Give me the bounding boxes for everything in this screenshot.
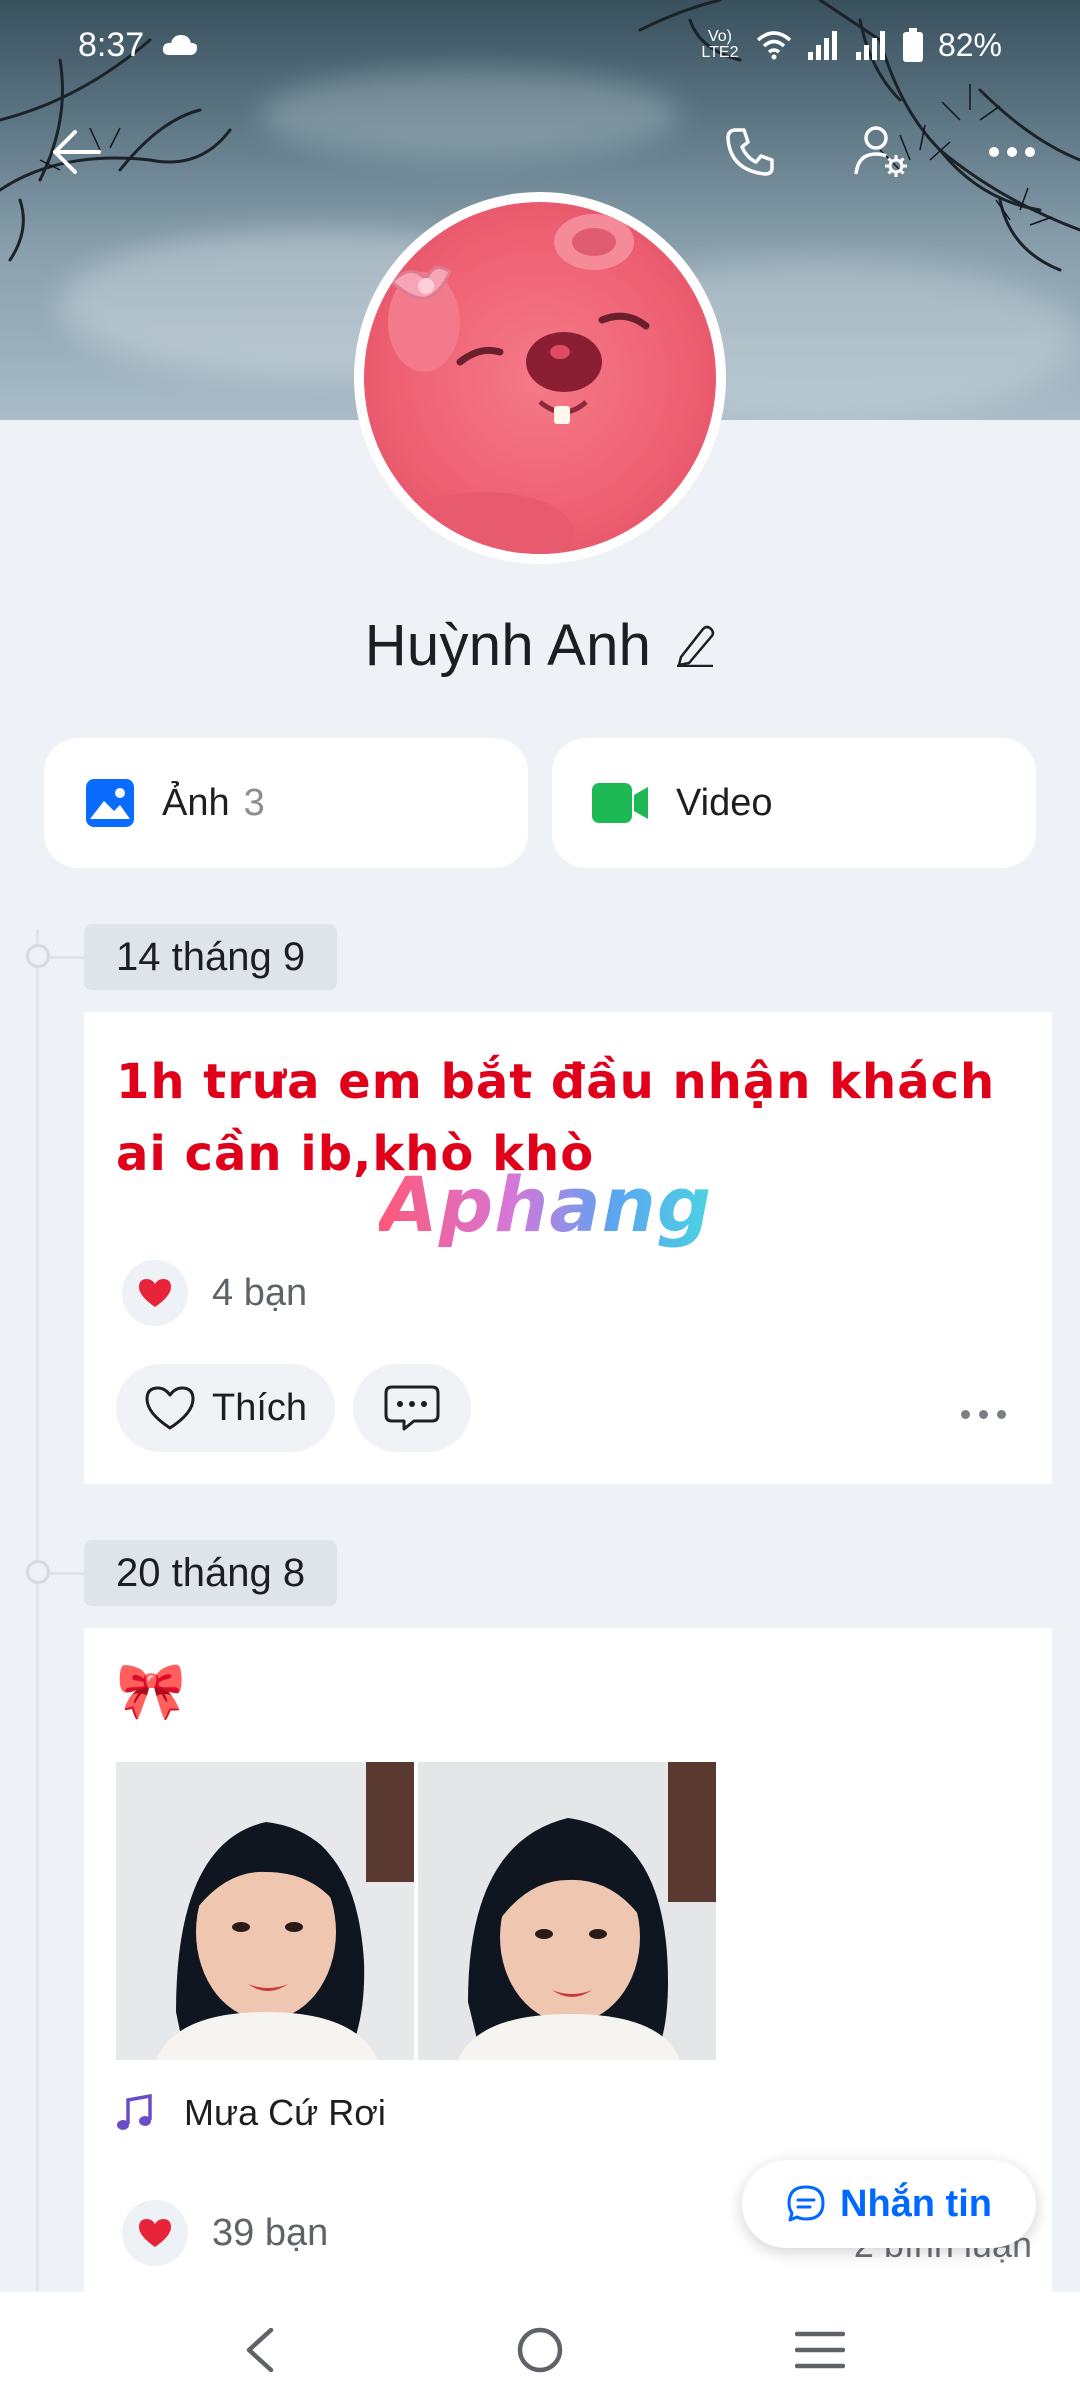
chat-bubble-icon	[787, 2185, 825, 2222]
reaction-count: 39 bạn	[212, 2211, 329, 2254]
system-back-button[interactable]	[220, 2310, 300, 2390]
like-button[interactable]: Thích	[116, 1364, 336, 1452]
heart-outline-icon	[145, 1386, 195, 1430]
network-label: Vo) LTE2	[701, 28, 739, 61]
chevron-left-icon	[246, 2328, 274, 2372]
back-button[interactable]	[36, 112, 116, 192]
call-button[interactable]	[710, 112, 790, 192]
reaction-summary[interactable]: 39 bạn	[122, 2200, 328, 2266]
post-actions: Thích	[116, 1364, 472, 1452]
send-message-button[interactable]: Nhắn tin	[742, 2160, 1036, 2248]
reaction-count: 4 bạn	[212, 1271, 308, 1314]
more-button[interactable]	[972, 112, 1052, 192]
pencil-icon[interactable]	[675, 623, 715, 667]
avatar-image	[364, 202, 716, 554]
profile-avatar[interactable]	[354, 192, 726, 564]
comment-icon	[384, 1385, 440, 1431]
heart-reaction-icon	[122, 1260, 188, 1326]
song-title: Mưa Cứ Rơi	[184, 2092, 386, 2133]
signal-icon	[807, 31, 837, 60]
system-home-button[interactable]	[500, 2310, 580, 2390]
photos-button[interactable]: Ảnh 3	[44, 738, 528, 868]
video-camera-icon	[592, 783, 648, 823]
like-label: Thích	[212, 1386, 308, 1429]
menu-icon	[795, 2331, 845, 2369]
heart-reaction-icon	[122, 2200, 188, 2266]
photos-label: Ảnh 3	[162, 781, 265, 824]
photos-count: 3	[243, 781, 265, 824]
media-row: Ảnh 3 Video	[44, 738, 1036, 868]
image-icon	[86, 779, 134, 827]
music-note-icon	[117, 2094, 152, 2130]
system-recents-button[interactable]	[780, 2310, 860, 2390]
status-time: 8:37	[78, 25, 145, 64]
status-bar: 8:37 Vo) LTE2 82%	[0, 0, 1080, 90]
top-navigation	[0, 112, 1080, 192]
post-more-button[interactable]	[961, 1410, 1006, 1419]
arrow-left-icon	[53, 130, 101, 174]
battery-percent: 82%	[937, 26, 1002, 63]
system-nav-bar	[0, 2292, 1080, 2408]
cloud-icon	[163, 35, 198, 55]
timeline-dot	[26, 1560, 50, 1584]
videos-button[interactable]: Video	[552, 738, 1036, 868]
comment-button[interactable]	[353, 1364, 472, 1452]
more-icon	[989, 147, 1035, 157]
timeline-dot	[26, 944, 50, 968]
user-settings-icon	[854, 126, 907, 177]
timeline-line	[36, 930, 39, 2290]
signal-icon-2	[855, 31, 885, 60]
wifi-icon	[756, 31, 792, 60]
profile-name-row: Huỳnh Anh	[0, 600, 1080, 690]
battery-icon	[902, 28, 923, 62]
post-card[interactable]: 1h trưa em bắt đầu nhận khách ai cần ib,…	[84, 1012, 1052, 1484]
profile-settings-button[interactable]	[842, 112, 922, 192]
video-label: Video	[676, 781, 773, 824]
phone-icon	[726, 128, 774, 176]
post-date: 20 tháng 8	[84, 1540, 338, 1606]
reaction-summary[interactable]: 4 bạn	[122, 1260, 307, 1326]
send-message-label: Nhắn tin	[840, 2182, 992, 2225]
watermark-text: Aphang	[379, 1160, 713, 1249]
post-date: 14 tháng 9	[84, 924, 338, 990]
song-row[interactable]: Mưa Cứ Rơi	[116, 2092, 386, 2134]
post-photo[interactable]	[116, 1762, 414, 2060]
profile-name: Huỳnh Anh	[364, 612, 652, 678]
post-photo[interactable]	[418, 1762, 716, 2060]
ribbon-emoji: 🎀	[116, 1659, 186, 1722]
home-circle-icon	[517, 2327, 563, 2373]
